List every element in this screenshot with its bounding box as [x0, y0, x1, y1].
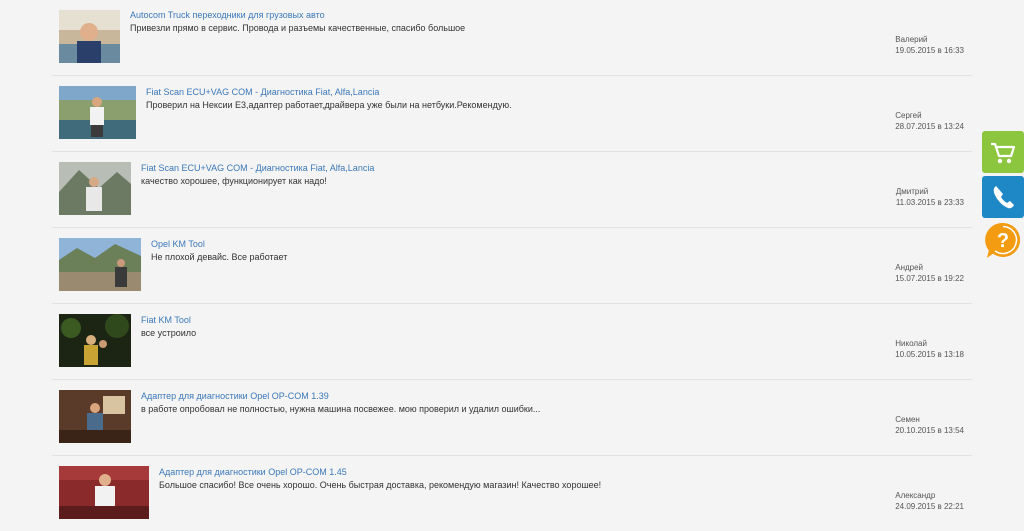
help-question-icon: ?: [985, 222, 1021, 258]
review-text: Привезли прямо в сервис. Провода и разъе…: [130, 23, 466, 33]
help-button[interactable]: ?: [982, 220, 1024, 262]
review-content: Адаптер для диагностики Opel OP-COM 1.39…: [141, 391, 852, 415]
review-author: Николай: [895, 339, 927, 348]
photo-image: [59, 86, 136, 139]
photo-image: [59, 162, 131, 215]
review-photo[interactable]: [59, 314, 131, 367]
review-content: Opel KM Tool Не плохой девайс. Все работ…: [151, 239, 852, 263]
review-item: Fiat Scan ECU+VAG COM - Диагностика Fiat…: [52, 76, 972, 152]
review-meta: Семен 20.10.2015 в 13:54: [895, 414, 964, 436]
review-meta: Сергей 28.07.2015 в 13:24: [895, 110, 964, 132]
product-link[interactable]: Адаптер для диагностики Opel OP-COM 1.45: [159, 467, 852, 478]
review-author: Дмитрий: [895, 187, 929, 196]
photo-image: [59, 390, 131, 443]
review-date: 28.07.2015 в 13:24: [895, 122, 964, 131]
review-item: Адаптер для диагностики Opel OP-COM 1.45…: [52, 456, 972, 531]
photo-image: [59, 238, 141, 291]
review-photo[interactable]: [59, 466, 149, 519]
review-author: Валерий: [895, 35, 928, 44]
review-meta: Валерий 19.05.2015 в 16:33: [895, 34, 964, 56]
review-photo[interactable]: [59, 162, 131, 215]
product-link[interactable]: Адаптер для диагностики Opel OP-COM 1.39: [141, 391, 852, 402]
review-text: Не плохой девайс. Все работает: [151, 252, 288, 262]
review-photo[interactable]: [59, 86, 136, 139]
review-photo[interactable]: [59, 10, 120, 63]
review-photo[interactable]: [59, 390, 131, 443]
review-meta: Дмитрий 11.03.2015 в 23:33: [896, 186, 964, 208]
review-text: качество хорошее, функционирует как надо…: [141, 176, 327, 186]
svg-text:?: ?: [997, 230, 1009, 252]
review-text: Большое спасибо! Все очень хорошо. Очень…: [159, 480, 602, 490]
review-content: Fiat Scan ECU+VAG COM - Диагностика Fiat…: [141, 163, 852, 187]
review-author: Семен: [895, 415, 920, 424]
review-meta: Николай 10.05.2015 в 13:18: [895, 338, 964, 360]
photo-image: [59, 314, 131, 367]
review-text: Проверил на Нексии Е3,адаптер работает,д…: [146, 100, 512, 110]
photo-image: [59, 10, 120, 63]
review-photo[interactable]: [59, 238, 141, 291]
review-content: Fiat Scan ECU+VAG COM - Диагностика Fiat…: [146, 87, 852, 111]
review-text: в работе опробовал не полностью, нужна м…: [141, 404, 541, 414]
product-link[interactable]: Fiat Scan ECU+VAG COM - Диагностика Fiat…: [141, 163, 852, 174]
review-author: Александр: [895, 491, 936, 500]
review-content: Autocom Truck переходники для грузовых а…: [130, 10, 852, 34]
review-meta: Андрей 15.07.2015 в 19:22: [895, 262, 964, 284]
review-author: Сергей: [895, 111, 922, 120]
review-text: все устроило: [141, 328, 197, 338]
review-date: 24.09.2015 в 22:21: [895, 502, 964, 511]
review-date: 20.10.2015 в 13:54: [895, 426, 964, 435]
product-link[interactable]: Opel KM Tool: [151, 239, 852, 250]
phone-icon: [982, 176, 1024, 218]
product-link[interactable]: Fiat Scan ECU+VAG COM - Диагностика Fiat…: [146, 87, 852, 98]
review-meta: Александр 24.09.2015 в 22:21: [895, 490, 964, 512]
review-date: 19.05.2015 в 16:33: [895, 46, 964, 55]
review-item: Opel KM Tool Не плохой девайс. Все работ…: [52, 228, 972, 304]
product-link[interactable]: Autocom Truck переходники для грузовых а…: [130, 10, 852, 21]
product-link[interactable]: Fiat KM Tool: [141, 315, 852, 326]
review-content: Адаптер для диагностики Opel OP-COM 1.45…: [159, 467, 852, 491]
photo-image: [59, 466, 149, 519]
review-content: Fiat KM Tool все устроило: [141, 315, 852, 339]
review-item: Fiat KM Tool все устроило Николай 10.05.…: [52, 304, 972, 380]
review-date: 15.07.2015 в 19:22: [895, 274, 964, 283]
reviews-list: Autocom Truck переходники для грузовых а…: [52, 0, 972, 531]
cart-button[interactable]: [982, 131, 1024, 173]
phone-button[interactable]: [982, 176, 1024, 218]
review-item: Адаптер для диагностики Opel OP-COM 1.39…: [52, 380, 972, 456]
review-date: 11.03.2015 в 23:33: [895, 198, 964, 207]
cart-icon: [982, 131, 1024, 173]
review-date: 10.05.2015 в 13:18: [895, 350, 964, 359]
review-author: Андрей: [895, 263, 924, 272]
review-item: Fiat Scan ECU+VAG COM - Диагностика Fiat…: [52, 152, 972, 228]
review-item: Autocom Truck переходники для грузовых а…: [52, 0, 972, 76]
